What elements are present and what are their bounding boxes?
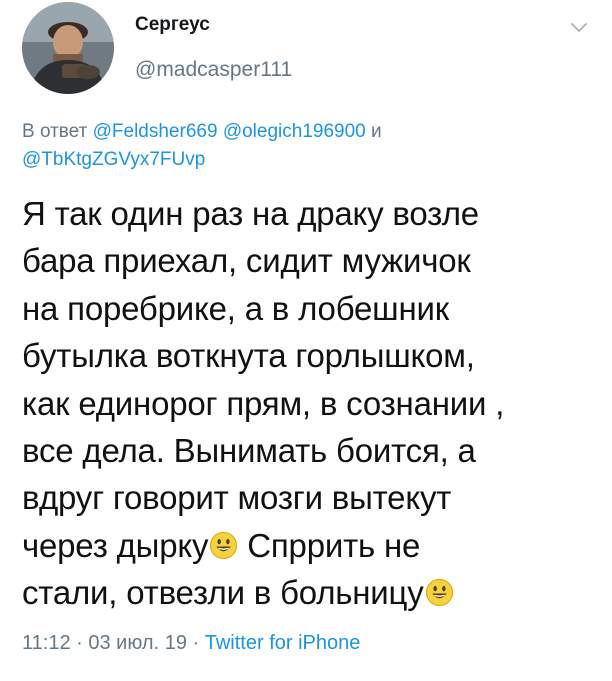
user-handle[interactable]: @madcasper111 [135, 58, 292, 82]
tweet-line: Я так один раз на драку возле [22, 195, 479, 232]
tweet-line-with-emoji: стали, отвезли в больницу [22, 569, 602, 616]
tweet-line-with-emoji: через дырку Спррить не [22, 522, 602, 569]
tweet-line-segment: Спррить не [247, 526, 421, 564]
smiley-emoji-icon [210, 531, 238, 559]
meta-separator: · [192, 632, 200, 654]
tweet-source-link[interactable]: Twitter for iPhone [205, 632, 361, 654]
tweet-meta: 11:12 · 03 июл. 19 · Twitter for iPhone [22, 632, 360, 655]
reply-prefix: В ответ [22, 121, 88, 142]
tweet-line: бара приехал, сидит мужичок [22, 242, 471, 280]
display-name[interactable]: Сергеус [135, 14, 210, 36]
avatar-photo [22, 2, 114, 94]
chevron-down-icon[interactable] [569, 20, 589, 34]
mention-link[interactable]: @olegich196900 [223, 121, 366, 142]
tweet-line-segment: стали, отвезли в больницу [22, 574, 424, 612]
tweet-line: на поребрике, а в лобешник [22, 289, 449, 327]
reply-conjunction: и [371, 121, 382, 142]
tweet-date[interactable]: 03 июл. 19 [88, 632, 187, 654]
tweet-line: как единорог прям, в сознании , [22, 384, 505, 422]
mention-link[interactable]: @Feldsher669 [93, 121, 218, 142]
tweet-text: Я так один раз на драку возле бара приех… [22, 190, 602, 617]
mention-link[interactable]: @TbKtgZGVyx7FUvp [22, 149, 205, 170]
tweet-line: все дела. Вынимать боится, а [22, 432, 476, 470]
tweet-line: вдруг говорит мозги вытекут [22, 479, 452, 517]
meta-separator: · [76, 632, 83, 654]
tweet-line: бутылка воткнута горлышком, [22, 337, 475, 375]
tweet-card: Сергеус @madcasper111 В ответ @Feldsher6… [0, 0, 612, 681]
avatar[interactable] [22, 2, 114, 94]
smiley-emoji-icon [425, 579, 453, 607]
tweet-line-segment: через дырку [22, 526, 209, 564]
reply-to-line: В ответ @Feldsher669 @olegich196900 и @T… [22, 118, 582, 174]
tweet-time[interactable]: 11:12 [22, 632, 71, 654]
